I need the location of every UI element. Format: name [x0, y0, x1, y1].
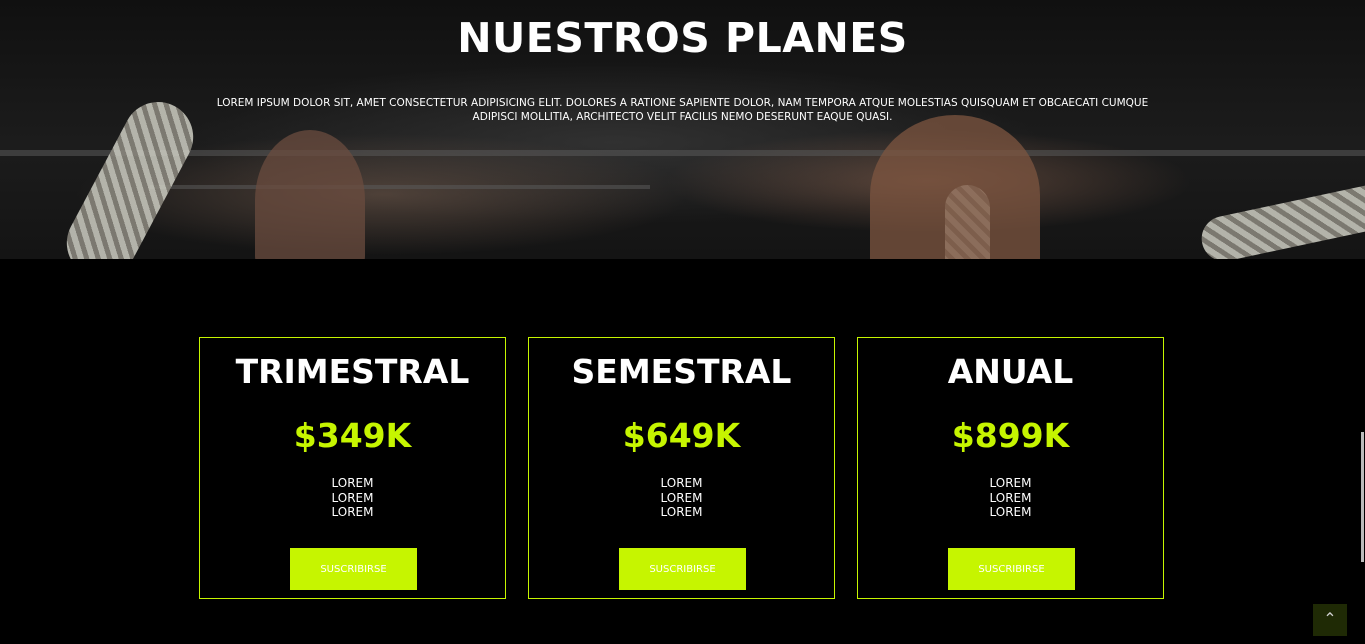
battle-rope-right: [1197, 179, 1365, 259]
plan-name: SEMESTRAL: [571, 352, 792, 391]
subscribe-button-semestral[interactable]: SUSCRIBIRSE: [619, 548, 746, 590]
plan-feature: LOREM: [660, 505, 703, 519]
plan-name: TRIMESTRAL: [235, 352, 470, 391]
subscribe-button-anual[interactable]: SUSCRIBIRSE: [948, 548, 1075, 590]
subscribe-button-trimestral[interactable]: SUSCRIBIRSE: [290, 548, 417, 590]
plan-price: $349K: [293, 416, 412, 455]
plan-card-semestral: SEMESTRAL $649K LOREM LOREM LOREM SUSCRI…: [528, 337, 835, 599]
plan-feature: LOREM: [989, 490, 1032, 505]
plan-feature: LOREM: [331, 490, 374, 505]
athlete-woman-figure: [255, 130, 365, 259]
plan-card-anual: ANUAL $899K LOREM LOREM LOREM SUSCRIBIRS…: [857, 337, 1164, 599]
plan-features-list: LOREM LOREM LOREM: [858, 476, 1163, 520]
plan-feature: LOREM: [989, 476, 1032, 490]
chevron-up-icon: ⌃: [1323, 611, 1337, 628]
plan-name: ANUAL: [947, 352, 1074, 391]
plan-price: $649K: [622, 416, 741, 455]
battle-rope-left: [54, 89, 206, 259]
athlete-man-figure: [870, 115, 1040, 259]
plan-feature: LOREM: [660, 490, 703, 505]
hero-description: LOREM IPSUM DOLOR SIT, AMET CONSECTETUR …: [216, 97, 1149, 123]
plan-price: $899K: [951, 416, 1070, 455]
plan-card-trimestral: TRIMESTRAL $349K LOREM LOREM LOREM SUSCR…: [199, 337, 506, 599]
plan-feature: LOREM: [989, 505, 1032, 519]
background-beam: [0, 150, 1365, 156]
page-title: NUESTROS PLANES: [457, 14, 908, 62]
hero-banner: NUESTROS PLANES LOREM IPSUM DOLOR SIT, A…: [0, 0, 1365, 259]
plan-feature: LOREM: [331, 505, 374, 519]
back-to-top-button[interactable]: ⌃: [1313, 604, 1347, 636]
plan-feature: LOREM: [331, 476, 374, 490]
plan-features-list: LOREM LOREM LOREM: [529, 476, 834, 520]
background-beam: [150, 185, 650, 189]
plan-feature: LOREM: [660, 476, 703, 490]
plan-features-list: LOREM LOREM LOREM: [200, 476, 505, 520]
plans-section: TRIMESTRAL $349K LOREM LOREM LOREM SUSCR…: [199, 337, 1167, 601]
page-scrollbar-thumb[interactable]: [1361, 432, 1364, 562]
